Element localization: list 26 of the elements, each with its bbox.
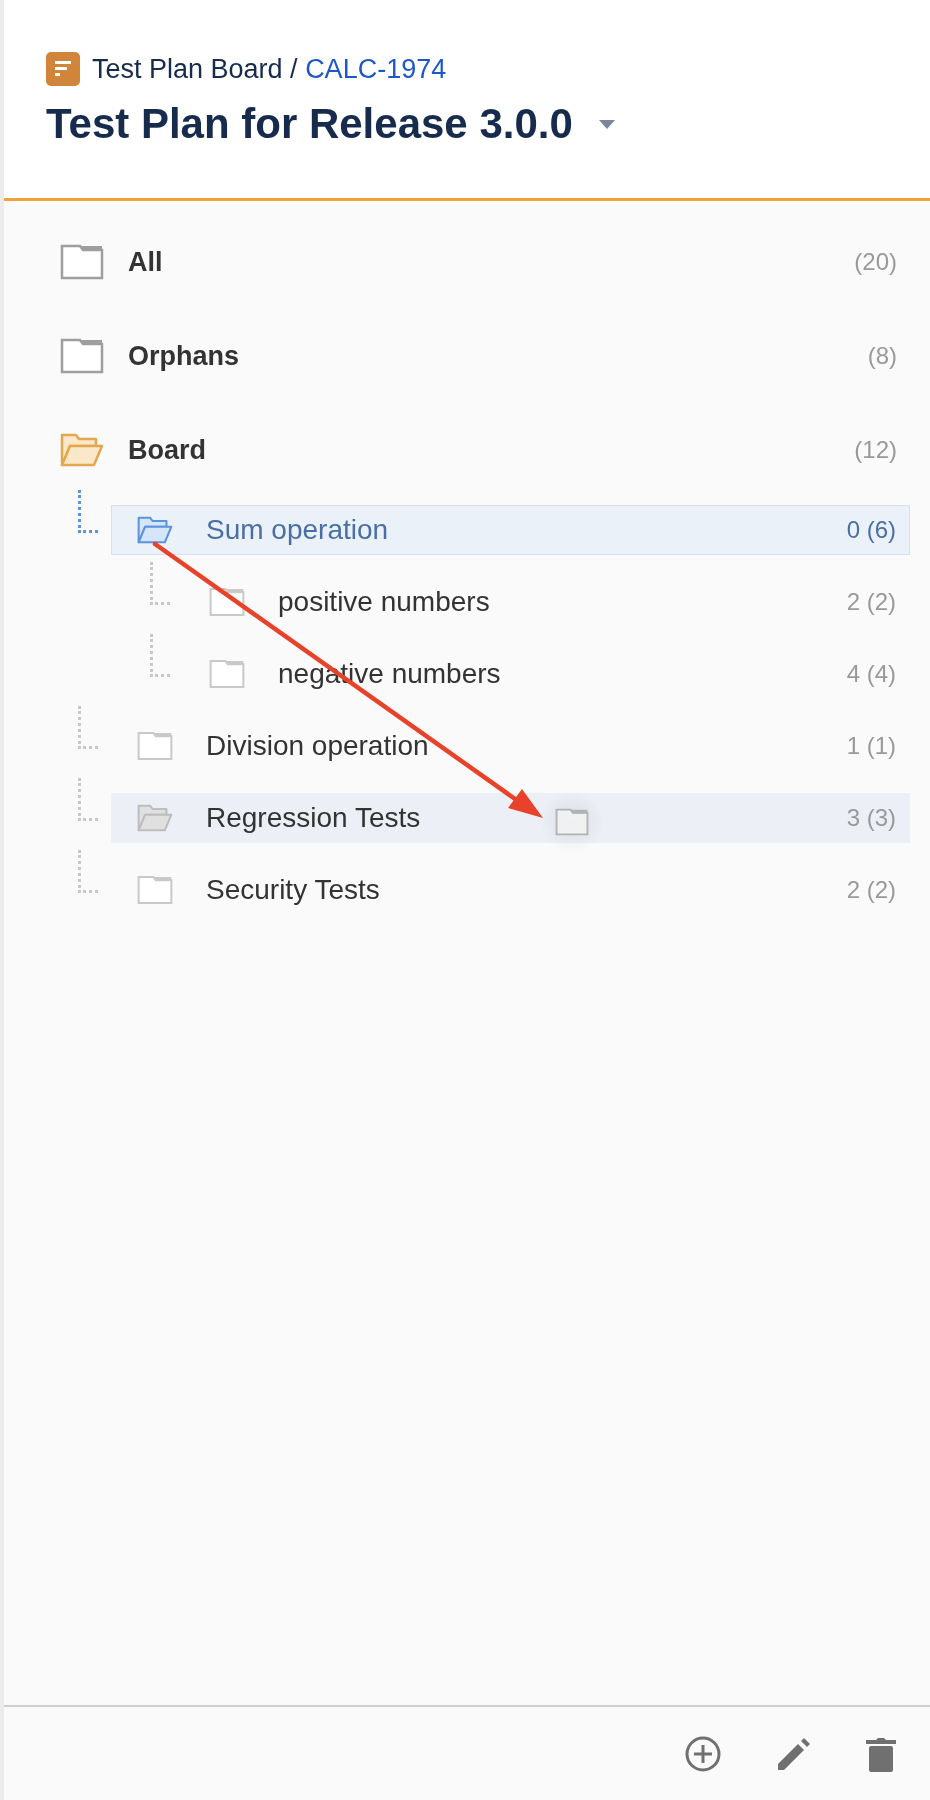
tree-item[interactable]: Board (12): [4, 403, 930, 497]
tree-connector: [150, 634, 170, 677]
folder-icon: [60, 244, 104, 280]
tree-item[interactable]: Orphans (8): [4, 309, 930, 403]
tree-connector: [78, 778, 98, 821]
issue-link[interactable]: CALC-1974: [305, 53, 447, 84]
tree-connector: [150, 562, 170, 605]
breadcrumb-text: Test Plan Board / CALC-1974: [92, 53, 447, 85]
tree-item[interactable]: Division operation 1 (1): [111, 721, 910, 771]
tree-connector: [78, 490, 98, 533]
folder-icon: [60, 338, 104, 374]
caret-icon[interactable]: [598, 119, 615, 129]
tree-item[interactable]: positive numbers 2 (2): [183, 577, 910, 627]
page-title: Test Plan for Release 3.0.0: [46, 100, 573, 148]
board-icon: [46, 52, 80, 86]
tree-item[interactable]: Regression Tests 3 (3): [111, 793, 910, 843]
open-folder-icon: [137, 803, 173, 833]
tree-connector: [78, 706, 98, 749]
tree-item[interactable]: Sum operation 0 (6): [111, 505, 910, 555]
tree-item[interactable]: All (20): [4, 215, 930, 309]
tree-item[interactable]: Security Tests 2 (2): [111, 865, 910, 915]
folder-icon: [137, 875, 173, 905]
tree-connector: [78, 850, 98, 893]
folder-icon: [209, 659, 245, 689]
folder-icon: [137, 731, 173, 761]
folder-icon: [555, 806, 589, 838]
